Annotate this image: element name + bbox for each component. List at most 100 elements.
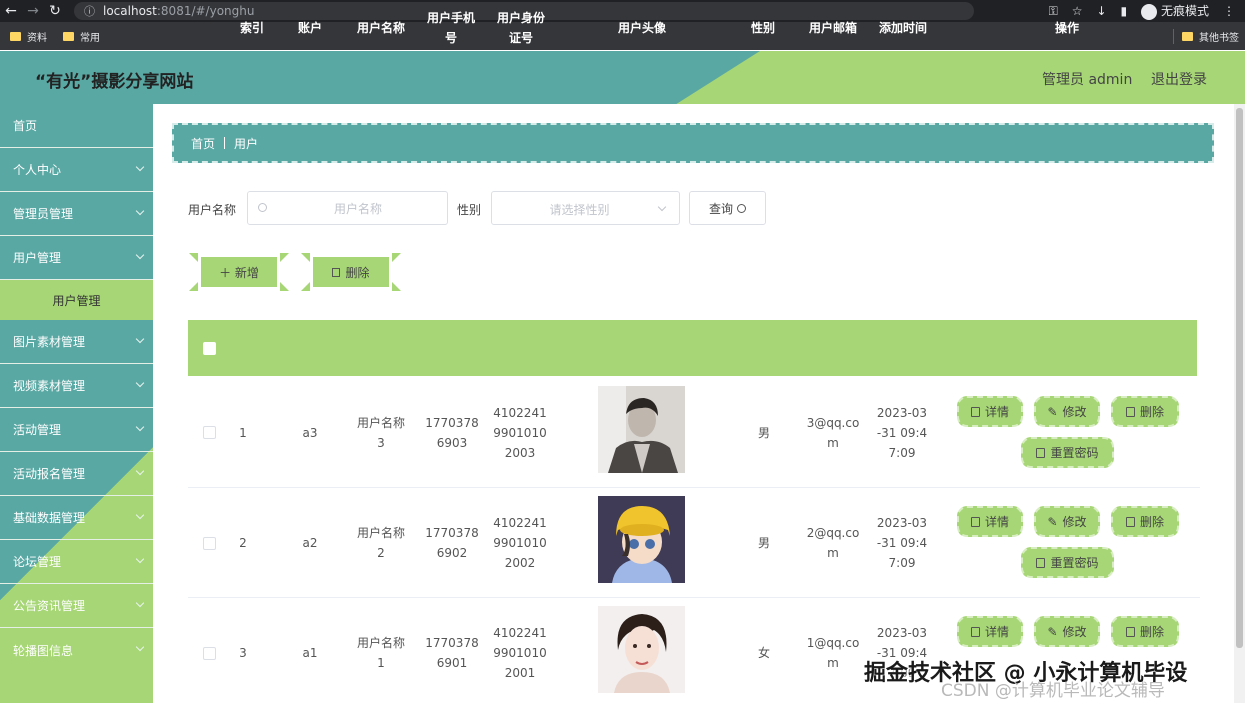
row-checkbox[interactable] [203,426,216,439]
decor-corner [301,282,310,291]
bookmark-folder[interactable]: 常用 [63,29,100,44]
info-icon[interactable]: ⓘ [84,3,95,19]
cell-line: 1770378 [425,636,479,650]
cell-index: 2 [239,536,247,550]
cell-idcard: 4102241 9901010 2002 [488,513,552,573]
row-checkbox[interactable] [203,537,216,550]
name-search-input[interactable] [278,199,438,219]
name-search-field[interactable] [247,191,448,225]
search-icon [258,203,267,212]
detail-label: 详情 [984,515,1009,529]
query-button[interactable]: 查询 [689,191,766,225]
download-icon[interactable]: ↓ [1096,4,1106,18]
cell-gender: 男 [757,426,770,440]
reset-password-button[interactable]: 重置密码 [1021,547,1114,578]
bookmark-label: 常用 [80,32,100,44]
trash-icon [1125,516,1135,527]
sidebar-item-news[interactable]: 公告资讯管理 [0,584,153,628]
back-icon[interactable]: ← [0,3,22,19]
detail-button[interactable]: 详情 [957,616,1023,647]
cell-gender: 女 [757,646,770,660]
edit-button[interactable]: ✎ 修改 [1034,506,1100,537]
row-delete-label: 删除 [1139,405,1164,419]
edit-label: 修改 [1062,515,1087,529]
th-phone: 用户手机号 [420,0,482,56]
edit-icon: ✎ [1047,624,1058,639]
select-all-checkbox[interactable] [203,342,216,355]
cell-line: m [827,546,839,560]
scrollbar-thumb[interactable] [1236,108,1243,648]
other-bookmarks[interactable]: 其他书签 [1173,28,1239,44]
delete-button[interactable]: 删除 [301,253,401,291]
sidebar-item-admins[interactable]: 管理员管理 [0,192,153,236]
reset-password-button[interactable]: 重置密码 [1021,437,1114,468]
query-label: 查询 [708,201,733,216]
row-delete-button[interactable]: 删除 [1111,396,1179,427]
sidebar-item-carousel[interactable]: 轮播图信息 [0,628,153,672]
edit-button[interactable]: ✎ 修改 [1034,396,1100,427]
cell-line: 2001 [504,666,536,680]
row-checkbox[interactable] [203,647,216,660]
url-host: localhost [103,4,157,18]
cell-line: 2003 [504,446,536,460]
th-phone-line: 号 [444,31,457,45]
detail-button[interactable]: 详情 [957,396,1023,427]
sidebar-item-home[interactable]: 首页 [0,104,153,148]
sidebar-item-forum[interactable]: 论坛管理 [0,540,153,584]
incognito-indicator[interactable]: 无痕模式 [1141,2,1209,20]
user-avatar-image [598,606,685,693]
edit-button[interactable]: ✎ 修改 [1034,616,1100,647]
th-account: 账户 [297,21,322,35]
add-button[interactable]: ＋ 新增 [189,253,289,291]
reload-icon[interactable]: ↻ [44,3,66,19]
trash-icon [1125,406,1135,417]
document-icon [1036,557,1046,568]
cell-idcard: 4102241 9901010 2001 [488,623,552,683]
document-icon [970,626,980,637]
detail-label: 详情 [984,405,1009,419]
row-delete-button[interactable]: 删除 [1111,506,1179,537]
sidebar-item-personal[interactable]: 个人中心 [0,148,153,192]
sidebar-item-signups[interactable]: 活动报名管理 [0,452,153,496]
cell-line: 1770378 [425,526,479,540]
breadcrumb-current: 用户 [234,136,259,151]
cell-idcard: 4102241 9901010 2003 [488,403,552,463]
edit-icon: ✎ [1047,404,1058,419]
bookmark-folder[interactable]: 资料 [10,29,47,44]
cell-line: 4102241 [493,626,547,640]
sidebar-item-activities[interactable]: 活动管理 [0,408,153,452]
sidebar-item-label: 视频素材管理 [13,379,86,393]
sidebar-item-label: 活动报名管理 [13,467,86,481]
sidepanel-icon[interactable]: ▮ [1121,4,1128,18]
search-icon [737,203,746,213]
edit-icon: ✎ [1047,514,1058,529]
th-operations: 操作 [1054,21,1079,35]
breadcrumb-home[interactable]: 首页 [191,135,215,152]
sidebar-item-images[interactable]: 图片素材管理 [0,320,153,364]
menu-icon[interactable]: ⋮ [1223,4,1235,18]
cell-time: 2023-03 -31 09:4 7:09 [870,403,934,463]
sidebar-item-users[interactable]: 用户管理 [0,236,153,280]
trash-icon [1125,626,1135,637]
cell-gender: 男 [757,536,770,550]
cell-email: 2@qq.co m [801,523,865,563]
sidebar-subitem-users[interactable]: 用户管理 [0,280,153,320]
logout-link[interactable]: 退出登录 [1151,69,1207,89]
cell-phone: 1770378 6903 [420,413,484,453]
cell-phone: 1770378 6902 [420,523,484,563]
bookmark-label: 资料 [27,32,47,44]
cell-name: 用户名称 2 [351,523,411,563]
cell-account: a3 [302,426,318,440]
row-delete-label: 删除 [1139,625,1164,639]
sidebar-item-basedata[interactable]: 基础数据管理 [0,496,153,540]
gender-select[interactable]: 请选择性别 [491,191,680,225]
chevron-down-icon [135,466,145,476]
folder-icon [63,31,74,41]
sidebar-item-videos[interactable]: 视频素材管理 [0,364,153,408]
delete-label: 删除 [345,265,370,280]
detail-button[interactable]: 详情 [957,506,1023,537]
row-delete-button[interactable]: 删除 [1111,616,1179,647]
cell-line: 9901010 [493,646,547,660]
gender-placeholder: 请选择性别 [549,203,610,217]
forward-icon[interactable]: → [22,3,44,19]
